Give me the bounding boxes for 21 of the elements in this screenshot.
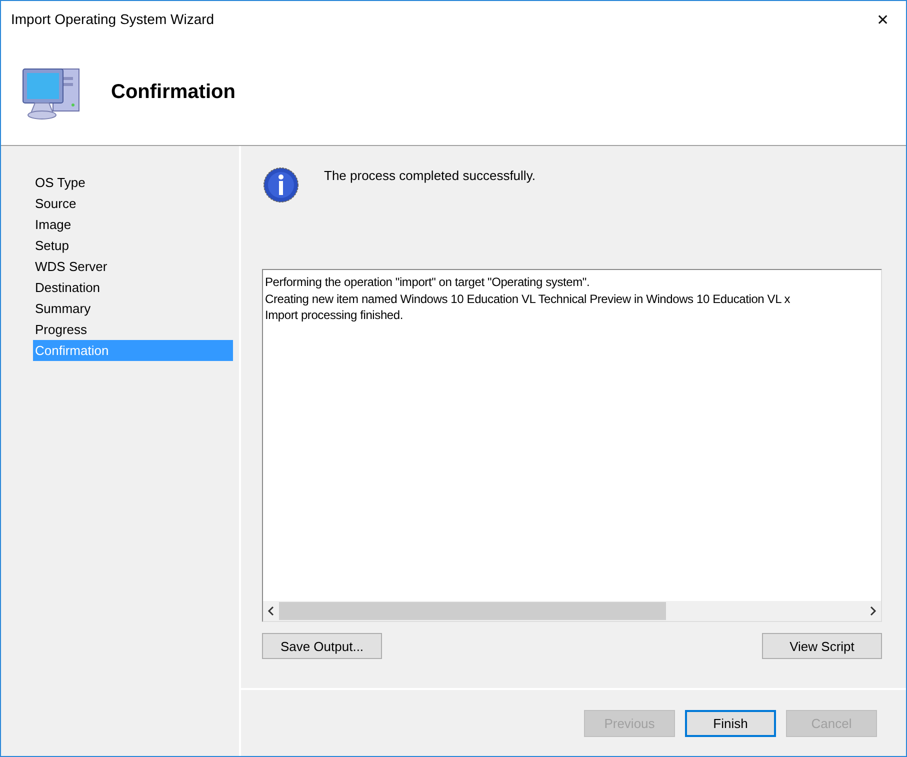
info-icon	[262, 166, 300, 204]
log-line: Import processing finished.	[265, 307, 404, 324]
page-heading: Confirmation	[111, 80, 236, 104]
log-line: Performing the operation "import" on target "Operating system".	[265, 274, 591, 290]
wizard-step: OS Type	[33, 172, 233, 193]
wizard-step: Source	[33, 193, 233, 214]
log-line: Creating new item named Windows 10 Education VL Technical Preview in Windows 10 Education VL x	[265, 290, 792, 307]
dialog-button[interactable]: View Script	[762, 633, 882, 659]
window-title: Import Operating System Wizard	[11, 11, 214, 27]
wizard-step: Confirmation	[33, 340, 233, 361]
wizard-step: Progress	[33, 319, 233, 340]
wizard-step: WDS Server	[33, 256, 233, 277]
wizard-step: Summary	[33, 298, 233, 319]
close-button[interactable]: ✕	[860, 3, 906, 37]
wizard-step: Destination	[33, 277, 233, 298]
horizontal-scrollbar[interactable]	[263, 601, 881, 621]
status-message: The process completed successfully.	[324, 168, 536, 183]
dialog-button[interactable]: Save Output...	[262, 633, 382, 659]
wizard-step: Setup	[33, 235, 233, 256]
wizard-step: Image	[33, 214, 233, 235]
wizard-button[interactable]: Finish	[685, 710, 776, 736]
